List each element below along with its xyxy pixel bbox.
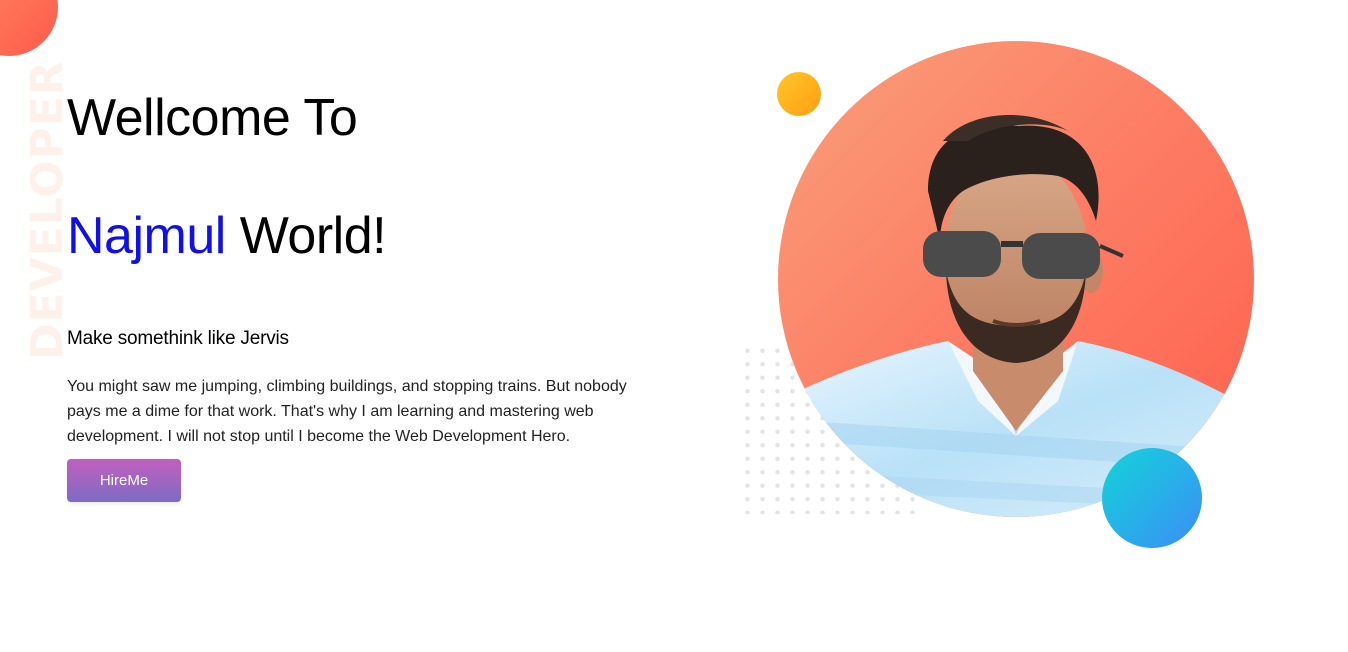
- hero-image-section: [730, 30, 1290, 590]
- portrait-image: [778, 41, 1254, 517]
- hero-title-name: Najmul: [67, 207, 226, 265]
- corner-decoration-circle: [0, 0, 58, 56]
- blue-blob-decoration: [1102, 448, 1202, 548]
- side-watermark-text: DEVELOPER: [22, 60, 73, 360]
- hero-page: DEVELOPER Wellcome To Najmul World! Make…: [0, 0, 1348, 652]
- hero-title-line-2: Najmul World!: [67, 198, 667, 274]
- hero-title-rest: World!: [225, 207, 387, 265]
- hero-text-section: Wellcome To Najmul World! Make somethink…: [67, 80, 667, 502]
- hire-me-button[interactable]: HireMe: [67, 459, 181, 502]
- person-portrait-icon: [778, 114, 1254, 517]
- hero-bio: You might saw me jumping, climbing build…: [67, 378, 627, 445]
- hero-title-line-1: Wellcome To: [67, 89, 358, 147]
- yellow-dot-decoration: [777, 72, 821, 116]
- hero-subtitle: Make somethink like Jervis: [67, 328, 289, 349]
